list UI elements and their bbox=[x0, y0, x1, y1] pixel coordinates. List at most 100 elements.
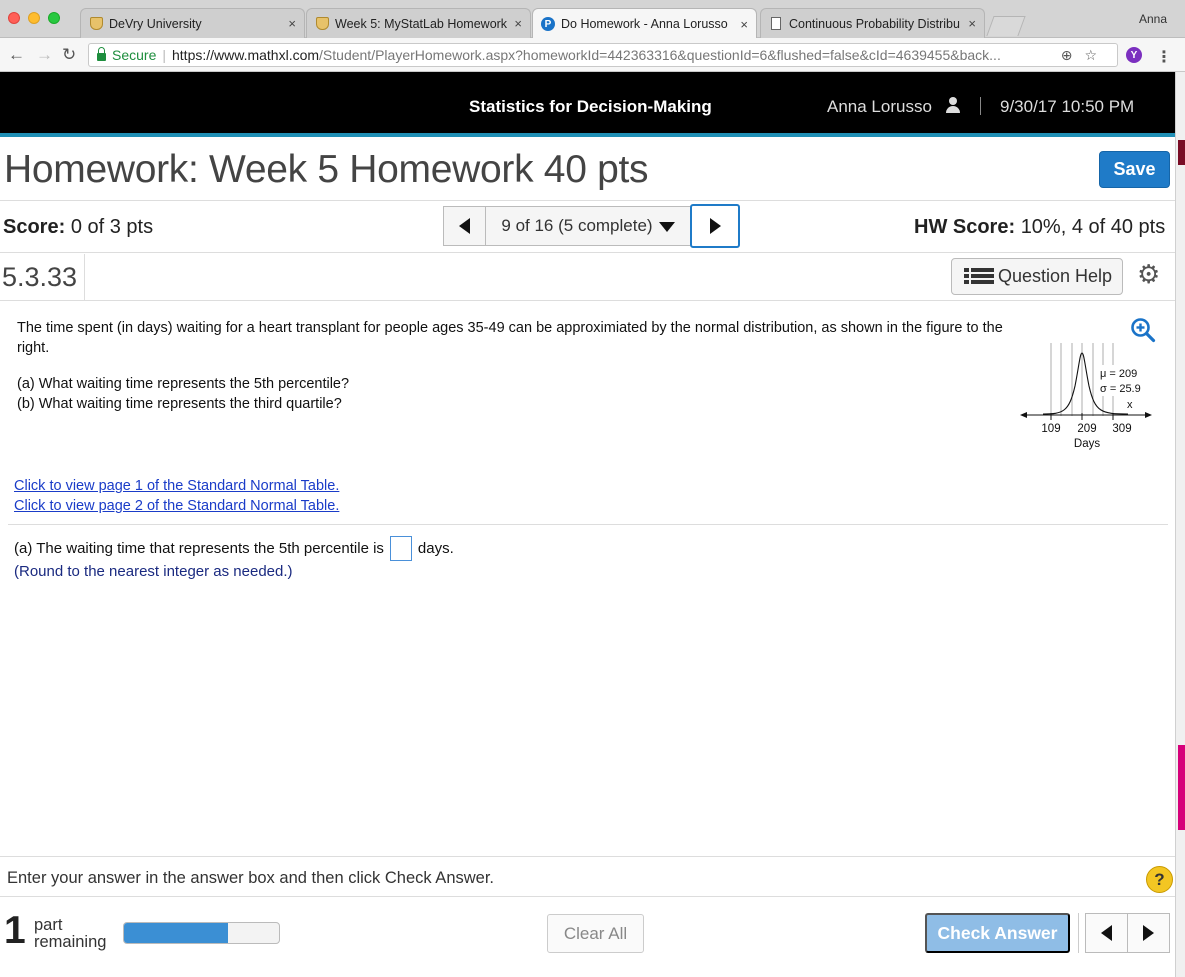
next-question-button[interactable] bbox=[690, 204, 740, 248]
date-time: 9/30/17 10:50 PM bbox=[1000, 97, 1135, 116]
standard-normal-table-page-1-link[interactable]: Click to view page 1 of the Standard Nor… bbox=[14, 478, 339, 494]
close-icon[interactable]: × bbox=[740, 17, 748, 32]
tab-title: Week 5: MyStatLab Homework bbox=[335, 16, 508, 31]
parts-remaining-count: 1 bbox=[4, 909, 26, 952]
question-help-label: Question Help bbox=[998, 266, 1113, 286]
tab-title: Do Homework - Anna Lorusso bbox=[561, 17, 728, 31]
question-part-a: (a) What waiting time represents the 5th… bbox=[17, 376, 350, 392]
tab-continuous-probability[interactable]: Continuous Probability Distribu × bbox=[760, 8, 985, 38]
url-host: https://www.mathxl.com bbox=[172, 47, 320, 63]
window-edge bbox=[1175, 72, 1185, 977]
kebab-menu-icon[interactable]: ⋮ bbox=[1156, 47, 1172, 67]
homework-title: Homework: Week 5 Homework 40 pts bbox=[4, 148, 649, 191]
divider bbox=[0, 200, 1175, 201]
progress-fill bbox=[124, 923, 228, 943]
edge-marker bbox=[1178, 140, 1185, 165]
rounding-note: (Round to the nearest integer as needed.… bbox=[14, 563, 293, 580]
course-title: Statistics for Decision-Making bbox=[469, 97, 712, 116]
hw-score-value: 10%, 4 of 40 pts bbox=[1020, 216, 1166, 238]
triangle-left-icon bbox=[1101, 925, 1112, 941]
question-navigator: 9 of 16 (5 complete) bbox=[443, 204, 740, 248]
divider bbox=[8, 524, 1168, 525]
tab-title: DeVry University bbox=[109, 16, 202, 31]
parts-label-line: part bbox=[34, 916, 63, 934]
tab-week5[interactable]: Week 5: MyStatLab Homework × bbox=[306, 8, 531, 38]
normal-distribution-figure: μ = 209 σ = 25.9 x 109 209 309 Days bbox=[1020, 343, 1152, 450]
browser-profile[interactable]: Anna bbox=[1139, 12, 1167, 26]
edge-marker bbox=[1178, 745, 1185, 830]
instructions: Enter your answer in the answer box and … bbox=[7, 869, 494, 887]
check-answer-button[interactable]: Check Answer bbox=[925, 913, 1070, 953]
maximize-window-button[interactable] bbox=[48, 12, 60, 24]
progress-bar bbox=[123, 922, 280, 944]
minimize-window-button[interactable] bbox=[28, 12, 40, 24]
app-header: Statistics for Decision-Making Anna Loru… bbox=[0, 72, 1185, 137]
new-tab-button[interactable] bbox=[986, 16, 1026, 36]
close-window-button[interactable] bbox=[8, 12, 20, 24]
divider bbox=[0, 896, 1175, 897]
divider bbox=[1078, 913, 1079, 953]
forward-arrow-icon[interactable]: → bbox=[36, 46, 53, 64]
help-icon[interactable]: ? bbox=[1146, 866, 1173, 893]
address-bar[interactable]: Secure | https://www.mathxl.com/Student/… bbox=[88, 43, 1118, 67]
browser-chrome: DeVry University × Week 5: MyStatLab Hom… bbox=[0, 0, 1185, 72]
clear-all-button[interactable]: Clear All bbox=[547, 914, 644, 953]
score-value: 0 of 3 pts bbox=[70, 216, 154, 238]
back-arrow-icon[interactable]: ← bbox=[8, 46, 25, 64]
close-icon[interactable]: × bbox=[968, 16, 976, 31]
save-button[interactable]: Save bbox=[1099, 151, 1170, 188]
triangle-down-icon bbox=[658, 222, 675, 232]
close-icon[interactable]: × bbox=[288, 16, 296, 31]
question-selector[interactable]: 9 of 16 (5 complete) bbox=[486, 206, 690, 246]
answer-prefix: (a) The waiting time that represents the… bbox=[14, 540, 384, 557]
axis-arrow-left bbox=[1020, 412, 1027, 418]
divider bbox=[0, 856, 1175, 857]
user-icon bbox=[946, 97, 960, 113]
shield-icon bbox=[89, 17, 103, 31]
browser-toolbar: ← → ↻ Secure | https://www.mathxl.com/St… bbox=[0, 38, 1185, 72]
score-label: Score: bbox=[3, 216, 66, 238]
axis-arrow-right bbox=[1145, 412, 1152, 418]
question-id: 5.3.33 bbox=[2, 262, 78, 292]
parts-label-line: remaining bbox=[34, 933, 107, 951]
answer-input[interactable] bbox=[389, 536, 412, 561]
secure-label: Secure bbox=[112, 47, 157, 63]
zoom-star-icons[interactable]: ⊕☆ bbox=[1061, 47, 1109, 64]
triangle-right-icon bbox=[1143, 925, 1154, 941]
header-divider bbox=[980, 97, 981, 115]
close-icon[interactable]: × bbox=[514, 16, 522, 31]
hw-score-label: HW Score: bbox=[914, 216, 1016, 238]
axis-label: Days bbox=[1074, 438, 1100, 450]
tick-label: 109 bbox=[1041, 423, 1060, 435]
divider bbox=[0, 252, 1175, 253]
standard-normal-table-page-2-link[interactable]: Click to view page 2 of the Standard Nor… bbox=[14, 498, 339, 514]
gear-icon[interactable]: ⚙ bbox=[1137, 260, 1160, 288]
sigma-label: σ = 25.9 bbox=[1100, 383, 1141, 395]
document-icon bbox=[769, 17, 783, 31]
address-separator: | bbox=[162, 47, 166, 63]
extension-icon[interactable]: Y bbox=[1126, 47, 1142, 63]
question-part-b: (b) What waiting time represents the thi… bbox=[17, 396, 342, 412]
tab-devry[interactable]: DeVry University × bbox=[80, 8, 305, 38]
triangle-right-icon bbox=[709, 218, 721, 234]
tick-label: 209 bbox=[1077, 423, 1096, 435]
lock-icon bbox=[97, 47, 106, 61]
tick-label: 309 bbox=[1112, 423, 1131, 435]
list-icon bbox=[964, 268, 994, 285]
reload-icon[interactable]: ↻ bbox=[62, 46, 76, 64]
url-path: /Student/PlayerHomework.aspx?homeworkId=… bbox=[319, 47, 1001, 63]
question-selector-label: 9 of 16 (5 complete) bbox=[501, 216, 653, 235]
answer-suffix: days. bbox=[417, 540, 454, 557]
previous-part-button[interactable] bbox=[1086, 914, 1127, 952]
pearson-icon: P bbox=[541, 17, 555, 31]
tab-do-homework[interactable]: P Do Homework - Anna Lorusso × bbox=[532, 8, 757, 39]
question-help-button[interactable]: Question Help bbox=[951, 258, 1123, 295]
triangle-left-icon bbox=[459, 218, 470, 234]
divider bbox=[84, 254, 85, 300]
x-label: x bbox=[1127, 399, 1133, 411]
answer-line: (a) The waiting time that represents the… bbox=[14, 536, 454, 561]
next-part-button[interactable] bbox=[1127, 914, 1169, 952]
tab-strip: DeVry University × Week 5: MyStatLab Hom… bbox=[0, 0, 1185, 39]
previous-question-button[interactable] bbox=[443, 206, 486, 246]
hw-score: HW Score: 10%, 4 of 40 pts bbox=[914, 216, 1165, 239]
